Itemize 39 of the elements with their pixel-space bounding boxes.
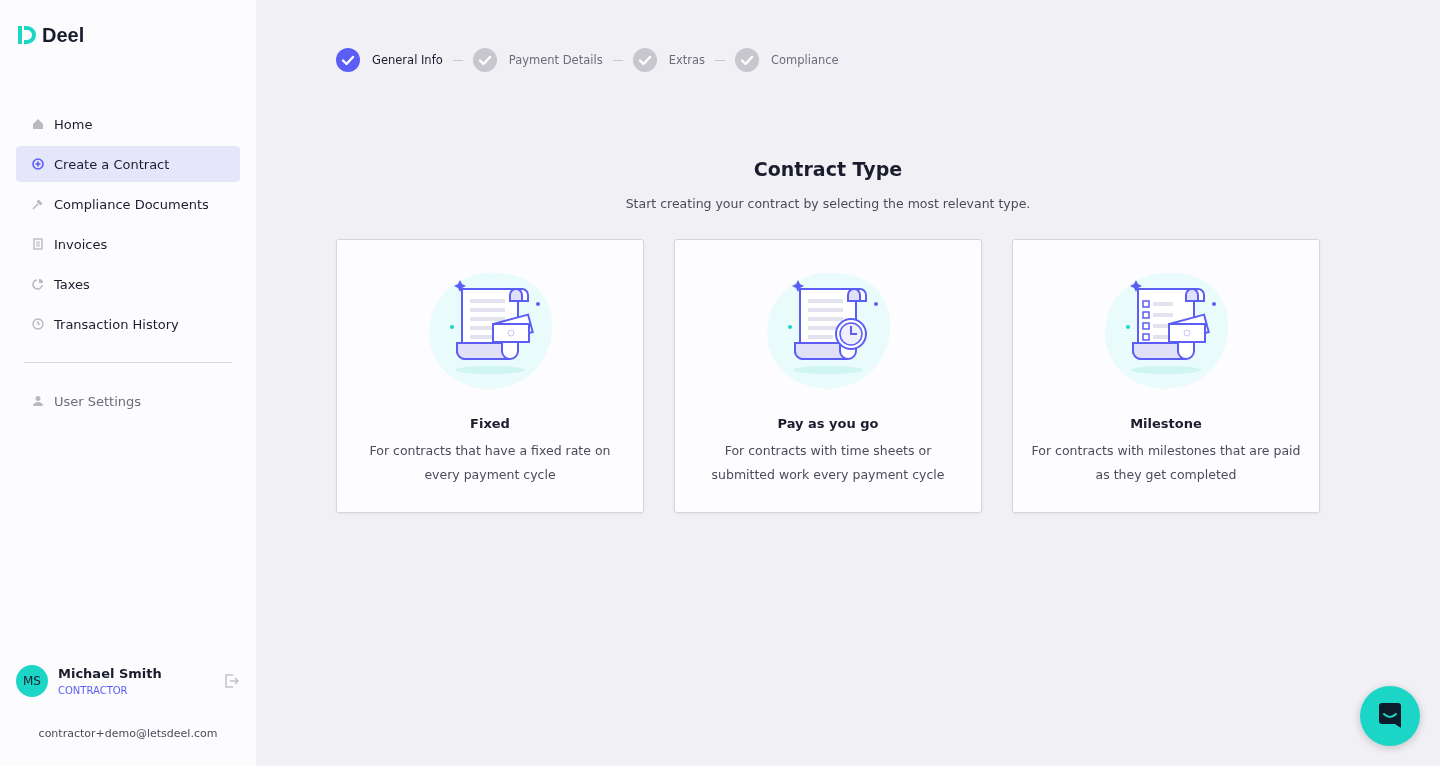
nav-item[interactable]: Create a Contract xyxy=(16,146,240,182)
clock-icon xyxy=(32,318,44,330)
nav-item[interactable]: Taxes xyxy=(16,266,240,302)
contract-type-card[interactable]: Pay as you go For contracts with time sheets or submitted work every payment cycle xyxy=(674,239,982,513)
check-icon xyxy=(472,48,497,72)
card-description: For contracts with time sheets or submitted work every payment cycle xyxy=(710,442,946,484)
nav-item[interactable]: Home xyxy=(16,106,240,142)
step[interactable]: General Info xyxy=(336,48,443,72)
avatar: MS xyxy=(16,665,48,697)
step[interactable]: Compliance xyxy=(735,48,839,72)
user-icon xyxy=(32,395,44,407)
nav-item[interactable]: User Settings xyxy=(16,383,240,419)
card-title: Milestone xyxy=(1130,416,1202,431)
check-icon xyxy=(336,48,360,72)
logo-icon xyxy=(16,24,36,46)
card-title: Pay as you go xyxy=(777,416,879,431)
brand-name: Deel xyxy=(42,23,85,47)
check-icon xyxy=(735,48,759,72)
plus-circle-icon xyxy=(32,158,44,170)
nav-item[interactable]: Invoices xyxy=(16,226,240,262)
contract-type-card[interactable]: Milestone For contracts with milestones that are paid as they get completed xyxy=(1012,239,1320,513)
step[interactable]: Extras xyxy=(632,48,705,72)
page-subtitle: Start creating your contract by selecting the most relevant type. xyxy=(624,196,1032,211)
page-title: Contract Type xyxy=(752,158,904,180)
nav-item[interactable]: Compliance Documents xyxy=(16,186,240,222)
user-role: CONTRACTOR xyxy=(58,685,129,696)
user-name: Michael Smith xyxy=(58,666,163,681)
step[interactable]: Payment Details xyxy=(472,48,603,72)
user-email: contractor+demo@letsdeel.com xyxy=(37,727,219,740)
pie-chart-icon xyxy=(32,278,44,290)
card-title: Fixed xyxy=(470,416,510,431)
document-icon xyxy=(32,238,44,250)
card-description: For contracts with milestones that are paid as they get completed xyxy=(1031,442,1301,484)
check-icon xyxy=(632,48,657,72)
card-description: For contracts that have a fixed rate on every payment cycle xyxy=(368,442,612,484)
contract-type-card[interactable]: Fixed For contracts that have a fixed rate on every payment cycle xyxy=(336,239,644,513)
home-icon xyxy=(32,118,44,130)
nav-item[interactable]: Transaction History xyxy=(16,306,240,342)
gavel-icon xyxy=(32,198,44,210)
